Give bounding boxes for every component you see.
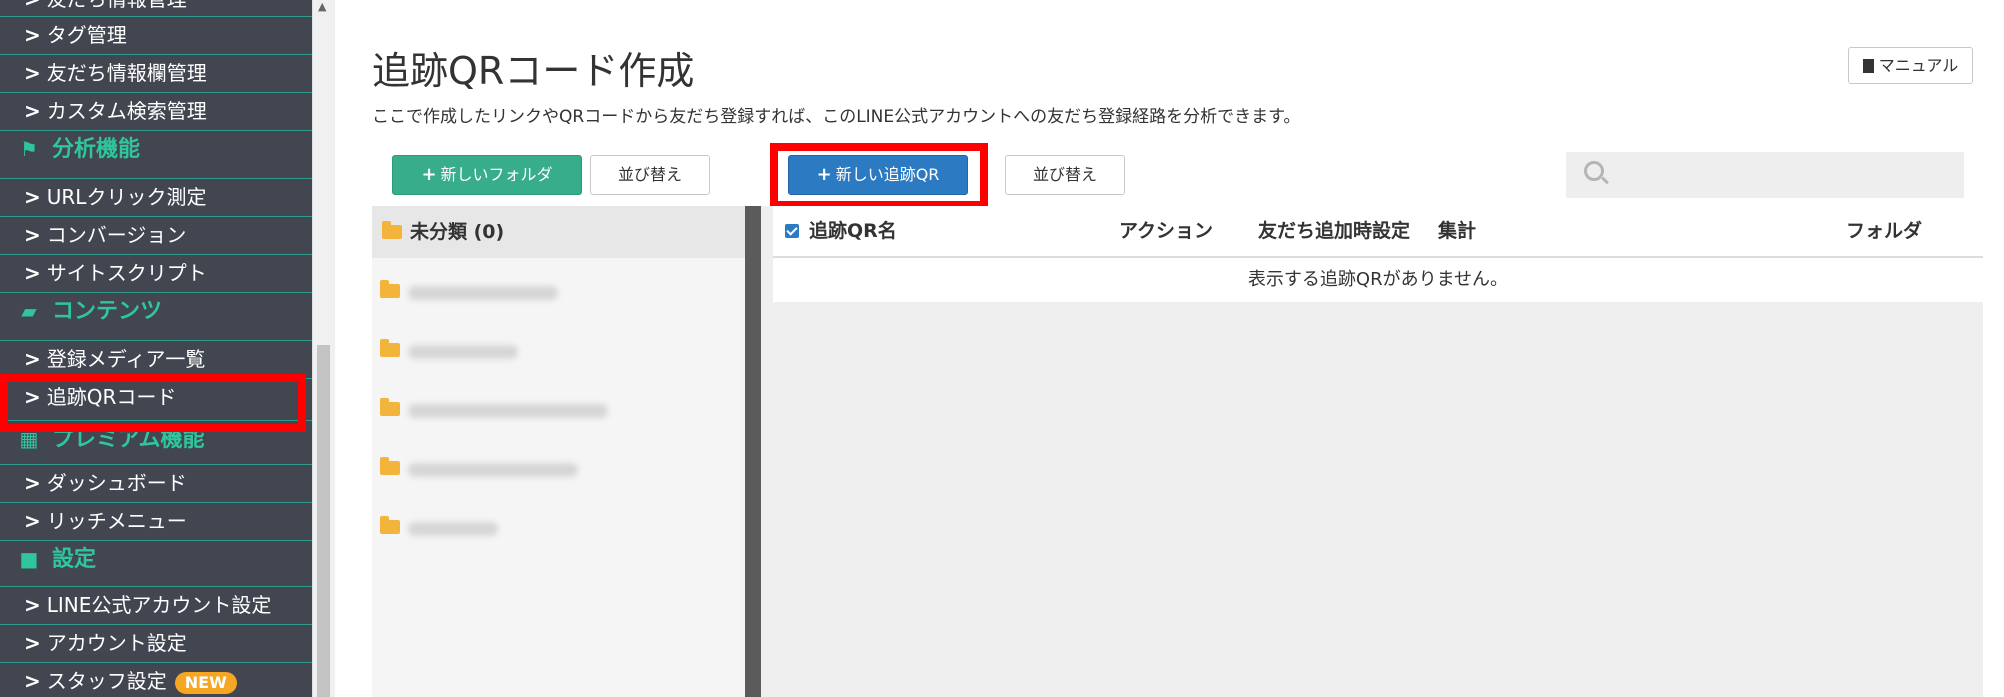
comment-icon: ■ xyxy=(19,547,39,571)
chevron-right-icon: > xyxy=(24,593,41,617)
new-folder-button[interactable]: + 新しいフォルダ xyxy=(392,155,582,195)
chevron-right-icon: > xyxy=(24,23,41,47)
search-box xyxy=(1566,152,1964,198)
chevron-right-icon: > xyxy=(24,0,41,17)
column-header-friend-add: 友だち追加時設定 xyxy=(1258,220,1411,242)
sidebar-section-analysis: ⚑ 分析機能 xyxy=(0,130,312,169)
select-all-checkbox[interactable] xyxy=(785,224,799,238)
sidebar-scrollbar[interactable]: ▲ xyxy=(312,0,335,697)
qr-table-panel: 追跡QR名 アクション 友だち追加時設定 集計 フォルダ 表示する追跡QRがあり… xyxy=(761,206,1983,697)
folder-icon xyxy=(380,516,400,534)
blurred-folder-label xyxy=(408,344,518,359)
page-scrollbar[interactable] xyxy=(1983,0,2004,697)
folder-open-icon xyxy=(382,221,402,239)
folder-item[interactable] xyxy=(380,277,558,307)
table-header: 追跡QR名 アクション 友だち追加時設定 集計 フォルダ xyxy=(773,206,1983,258)
chevron-right-icon: > xyxy=(24,261,41,285)
chevron-right-icon: > xyxy=(24,631,41,655)
folder-open-icon: ▰ xyxy=(21,299,37,323)
manual-button[interactable]: マニュアル xyxy=(1848,47,1973,84)
folder-icon xyxy=(380,457,400,475)
flag-icon: ⚑ xyxy=(20,137,38,161)
blurred-folder-label xyxy=(408,462,578,477)
panel-divider[interactable] xyxy=(745,206,761,697)
column-header-name[interactable]: 追跡QR名 xyxy=(809,206,897,256)
scroll-up-arrow-icon[interactable]: ▲ xyxy=(318,0,326,13)
chevron-right-icon: > xyxy=(24,347,41,371)
folder-uncategorized[interactable]: 未分類 (0) xyxy=(372,206,745,258)
folder-icon xyxy=(380,339,400,357)
blurred-folder-label xyxy=(408,521,498,536)
chevron-right-icon: > xyxy=(24,185,41,209)
sidebar-item-rich-menu[interactable]: > リッチメニュー xyxy=(0,502,312,540)
column-header-summary: 集計 xyxy=(1438,220,1477,242)
blurred-folder-label xyxy=(408,285,558,300)
chevron-right-icon: > xyxy=(24,223,41,247)
folder-item[interactable] xyxy=(380,513,498,543)
chevron-right-icon: > xyxy=(24,61,41,85)
sidebar-item-conversion[interactable]: > コンバージョン xyxy=(0,216,312,254)
empty-message: 表示する追跡QRがありません。 xyxy=(773,258,1983,302)
book-icon xyxy=(1862,59,1874,73)
sidebar-item-line-account[interactable]: > LINE公式アカウント設定 xyxy=(0,586,312,624)
folder-item[interactable] xyxy=(380,395,608,425)
sidebar-item-site-script[interactable]: > サイトスクリプト xyxy=(0,254,312,292)
new-badge: NEW xyxy=(174,671,237,694)
folder-item[interactable] xyxy=(380,336,518,366)
sidebar-item-account-settings[interactable]: > アカウント設定 xyxy=(0,624,312,662)
column-header-action: アクション xyxy=(1119,220,1214,242)
blurred-folder-label xyxy=(408,403,608,418)
sidebar-item-custom-search[interactable]: > カスタム検索管理 xyxy=(0,92,312,130)
chevron-right-icon: > xyxy=(24,471,41,495)
highlight-box-new-qr xyxy=(770,143,988,209)
sidebar-item-media-list[interactable]: > 登録メディア一覧 xyxy=(0,340,312,378)
chevron-right-icon: > xyxy=(24,669,41,693)
search-input[interactable] xyxy=(1614,160,1948,190)
sidebar: >友だち情報管理 >タグ管理 >友だち情報欄管理 >カスタム検索管理 ⚑分析機能… xyxy=(0,0,312,697)
scrollbar-thumb[interactable] xyxy=(317,345,330,697)
sidebar-item-tag-management[interactable]: > タグ管理 xyxy=(0,16,312,54)
highlight-box-sidebar xyxy=(0,374,306,432)
folder-icon xyxy=(380,280,400,298)
search-icon xyxy=(1584,161,1604,181)
column-header-folder: フォルダ xyxy=(1846,220,1923,242)
chevron-right-icon: > xyxy=(24,509,41,533)
sidebar-item-friend-fields[interactable]: > 友だち情報欄管理 xyxy=(0,54,312,92)
page-title: 追跡QRコード作成 xyxy=(372,49,695,93)
folder-panel: 未分類 (0) xyxy=(372,206,745,697)
sidebar-item-url-click[interactable]: > URLクリック測定 xyxy=(0,178,312,216)
sidebar-section-settings: ■ 設定 xyxy=(0,540,312,579)
folder-icon xyxy=(380,398,400,416)
sidebar-section-contents: ▰ コンテンツ xyxy=(0,292,312,331)
chevron-right-icon: > xyxy=(24,99,41,123)
page-description: ここで作成したリンクやQRコードから友だち登録すれば、このLINE公式アカウント… xyxy=(372,107,1301,127)
folder-sort-button[interactable]: 並び替え xyxy=(590,155,710,195)
folder-item[interactable] xyxy=(380,454,578,484)
plus-icon: + xyxy=(421,164,437,185)
sidebar-item-dashboard[interactable]: > ダッシュボード xyxy=(0,464,312,502)
sidebar-item-staff-settings[interactable]: > スタッフ設定 NEW xyxy=(0,662,312,697)
qr-sort-button[interactable]: 並び替え xyxy=(1005,155,1125,195)
